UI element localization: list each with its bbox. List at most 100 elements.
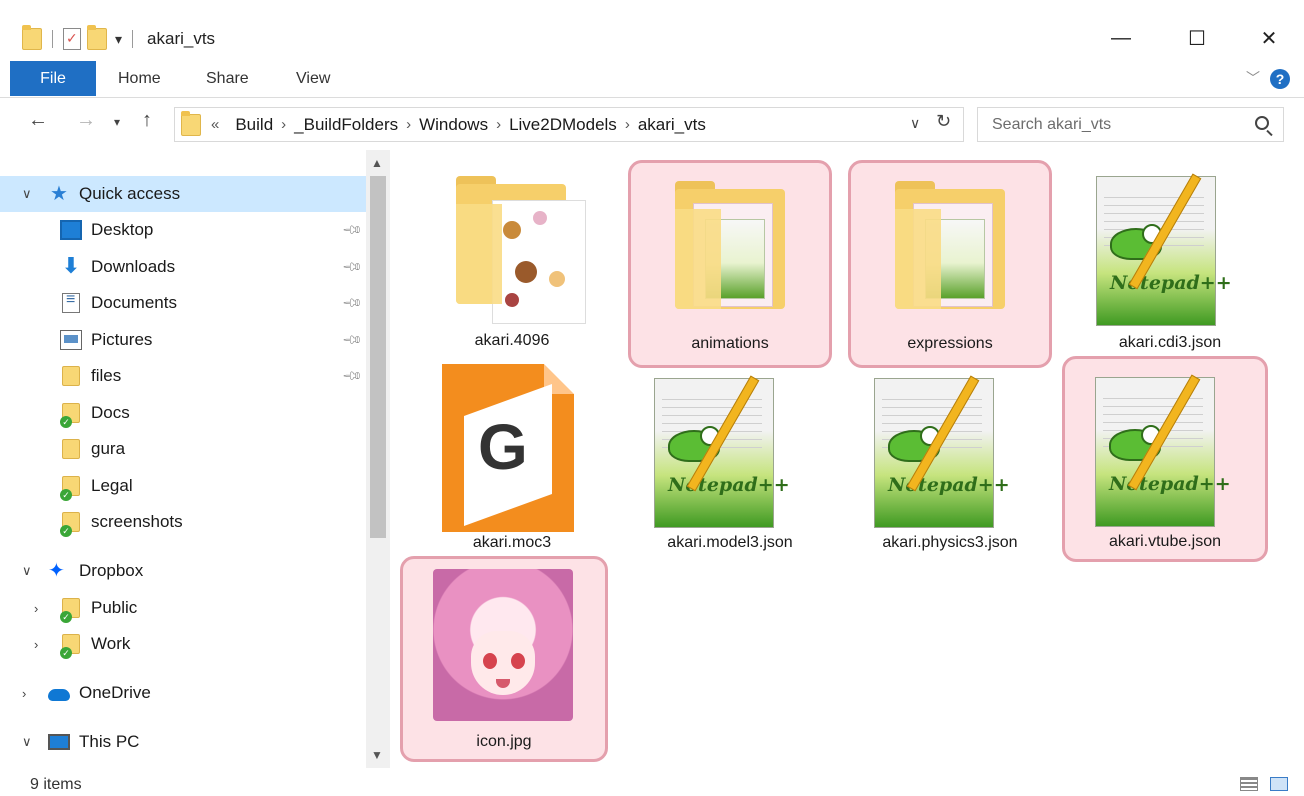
chevron-down-icon[interactable]: ∨ — [22, 186, 32, 202]
file-name: akari.moc3 — [472, 534, 552, 551]
synced-folder-icon — [60, 634, 80, 659]
recent-locations-chevron-icon[interactable]: ▾ — [114, 115, 120, 129]
chevron-down-icon[interactable]: ∨ — [22, 734, 32, 750]
pictures-icon — [60, 330, 82, 350]
breadcrumb-buildfolders[interactable]: _BuildFolders — [294, 115, 398, 135]
file-item-akari-vtube-json[interactable]: Notepad++ akari.vtube.json — [1062, 356, 1268, 562]
sidebar-item-screenshots[interactable]: screenshots — [0, 504, 366, 540]
sidebar-item-label: Dropbox — [79, 561, 144, 580]
sidebar-item-onedrive[interactable]: › OneDrive — [0, 675, 366, 711]
address-row: ← → ▾ ↑ « Build › _BuildFolders › Window… — [0, 99, 1304, 149]
sidebar-item-gura[interactable]: gura — [0, 431, 366, 467]
tab-share[interactable]: Share — [206, 61, 249, 96]
file-item-akari-physics3-json[interactable]: Notepad++ akari.physics3.json — [850, 364, 1050, 564]
file-item-expressions[interactable]: expressions — [848, 160, 1052, 368]
file-item-animations[interactable]: animations — [628, 160, 832, 368]
breadcrumb-akari-vts[interactable]: akari_vts — [638, 115, 706, 135]
image-folder-icon — [456, 176, 586, 324]
nav-scrollbar[interactable]: ▲ ▼ — [366, 150, 390, 768]
minimize-button[interactable]: — — [1098, 20, 1144, 56]
sidebar-item-label: Quick access — [79, 184, 181, 203]
file-item-akari-model3-json[interactable]: Notepad++ akari.model3.json — [630, 364, 830, 564]
search-input[interactable]: Search akari_vts — [977, 107, 1284, 142]
pin-icon: 📌︎ — [341, 328, 364, 351]
breadcrumb-separator[interactable]: › — [625, 116, 630, 133]
scroll-thumb[interactable] — [370, 176, 386, 538]
notepad-plus-plus-icon: Notepad++ — [1095, 367, 1231, 527]
sidebar-item-docs[interactable]: Docs — [0, 395, 366, 431]
file-name: animations — [691, 335, 769, 352]
status-bar: 9 items — [0, 770, 1304, 796]
computer-icon — [48, 734, 70, 750]
refresh-icon[interactable]: ↻ — [936, 111, 951, 132]
sidebar-item-downloads[interactable]: ⬇ Downloads 📌︎ — [0, 249, 366, 285]
folder-icon — [675, 181, 785, 309]
download-icon: ⬇ — [61, 253, 81, 278]
tab-home[interactable]: Home — [118, 61, 161, 96]
folder-icon — [22, 25, 42, 50]
forward-arrow-icon[interactable]: → — [76, 109, 96, 132]
breadcrumb-windows[interactable]: Windows — [419, 115, 488, 135]
sidebar-item-documents[interactable]: Documents 📌︎ — [0, 285, 366, 321]
breadcrumb-separator[interactable]: › — [496, 116, 501, 133]
item-count: 9 items — [30, 776, 82, 793]
chevron-right-icon[interactable]: › — [34, 601, 38, 616]
breadcrumb-separator[interactable]: › — [281, 116, 286, 133]
sidebar-item-label: Legal — [91, 476, 133, 495]
address-history-chevron-icon[interactable]: ∨ — [910, 115, 920, 132]
divider — [52, 30, 53, 48]
file-name: akari.physics3.json — [882, 534, 1018, 551]
sidebar-item-work[interactable]: › Work — [0, 626, 366, 662]
expand-ribbon-chevron-icon[interactable]: ﹀ — [1246, 68, 1260, 88]
large-icons-view-icon[interactable] — [1270, 777, 1288, 791]
chevron-down-icon[interactable]: ∨ — [22, 563, 32, 579]
moc3-file-icon: G — [442, 364, 574, 532]
new-folder-icon[interactable] — [87, 25, 107, 50]
file-item-akari-4096[interactable]: akari.4096 — [412, 164, 612, 364]
tab-file[interactable]: File — [10, 61, 96, 96]
overflow-crumb[interactable]: « — [211, 116, 219, 133]
sidebar-item-desktop[interactable]: Desktop 📌︎ — [0, 212, 366, 248]
star-icon: ★ — [50, 183, 68, 205]
scroll-up-icon[interactable]: ▲ — [371, 156, 383, 170]
sidebar-item-label: Docs — [91, 403, 130, 422]
address-bar[interactable]: « Build › _BuildFolders › Windows › Live… — [174, 107, 964, 142]
sidebar-item-label: Public — [91, 598, 138, 617]
search-icon[interactable] — [1255, 116, 1269, 130]
close-button[interactable]: ✕ — [1246, 20, 1292, 56]
breadcrumb-build[interactable]: Build — [235, 115, 273, 135]
sidebar-item-label: gura — [91, 439, 126, 458]
tab-view[interactable]: View — [296, 61, 330, 96]
synced-folder-icon — [60, 512, 80, 537]
help-icon[interactable]: ? — [1270, 69, 1290, 89]
sidebar-item-quick-access[interactable]: ∨ ★ Quick access — [0, 176, 366, 212]
sidebar-item-legal[interactable]: Legal — [0, 468, 366, 504]
sidebar-item-dropbox[interactable]: ∨ ✦ Dropbox — [0, 553, 366, 589]
sidebar-item-public[interactable]: › Public — [0, 590, 366, 626]
file-name: icon.jpg — [476, 733, 532, 750]
customize-toolbar-dropdown[interactable]: ▾ — [115, 31, 122, 48]
scroll-down-icon[interactable]: ▼ — [371, 748, 383, 762]
folder-icon — [62, 366, 80, 386]
chevron-right-icon[interactable]: › — [22, 686, 26, 701]
sidebar-item-this-pc[interactable]: ∨ This PC — [0, 724, 366, 760]
folder-icon — [895, 181, 1005, 309]
details-view-icon[interactable] — [1240, 777, 1258, 791]
chevron-right-icon[interactable]: › — [34, 637, 38, 652]
synced-folder-icon — [60, 598, 80, 623]
file-item-akari-cdi3-json[interactable]: Notepad++ akari.cdi3.json — [1070, 164, 1270, 364]
navigation-pane: ∨ ★ Quick access Desktop 📌︎ ⬇ Downloads … — [0, 150, 366, 768]
properties-icon[interactable] — [63, 28, 81, 50]
back-arrow-icon[interactable]: ← — [28, 109, 48, 132]
up-arrow-icon[interactable]: ↑ — [142, 109, 152, 132]
sidebar-item-pictures[interactable]: Pictures 📌︎ — [0, 322, 366, 358]
breadcrumb-live2dmodels[interactable]: Live2DModels — [509, 115, 617, 135]
file-item-icon-jpg[interactable]: icon.jpg — [400, 556, 608, 762]
sidebar-item-files[interactable]: files 📌︎ — [0, 358, 366, 394]
sidebar-item-label: Work — [91, 634, 131, 653]
maximize-button[interactable]: ☐ — [1174, 20, 1220, 56]
sidebar-item-label: Desktop — [91, 220, 154, 239]
breadcrumb-separator[interactable]: › — [406, 116, 411, 133]
file-item-akari-moc3[interactable]: G akari.moc3 — [412, 364, 612, 564]
documents-icon — [62, 291, 80, 313]
